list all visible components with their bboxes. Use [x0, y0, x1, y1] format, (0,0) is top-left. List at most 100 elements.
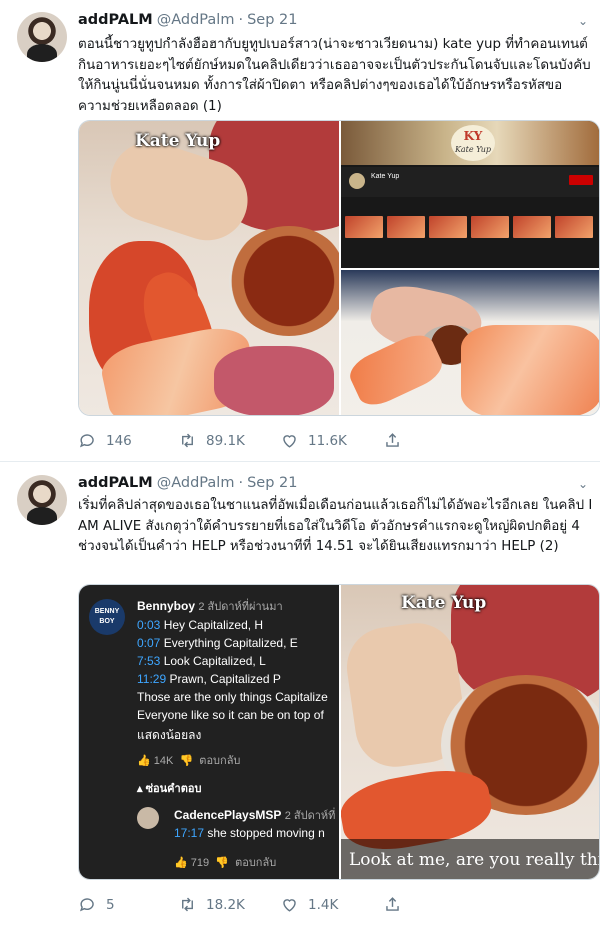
like-button[interactable]: 1.4K [280, 895, 338, 914]
retweet-icon [182, 433, 193, 448]
show-less-link[interactable]: แสดงน้อยลง [137, 726, 201, 745]
video-thumbnail[interactable] [555, 216, 593, 238]
tweet-2[interactable]: addPALM @AddPalm · Sep 21 ⌄ เริ่มที่คลิปล่า… [0, 462, 600, 929]
tweet-actions: 146 89.1K 11.6K [78, 431, 498, 453]
media-youtube-channel[interactable]: KY Kate Yup Kate Yup [341, 121, 599, 268]
like-button[interactable]: 11.6K [280, 431, 347, 450]
reply-author[interactable]: CadencePlaysMSP [174, 808, 281, 822]
tweet-text: ตอนนี้ชาวยูทูปกำลังฮือฮากับยูทูปเบอร์สาว… [78, 37, 591, 114]
video-thumbnail[interactable] [513, 216, 551, 238]
reply-line: 17:17 she stopped moving n [174, 826, 325, 840]
reply-icon [79, 898, 94, 912]
share-button[interactable] [383, 895, 402, 914]
channel-header: Kate Yup [341, 167, 599, 197]
timestamp-link[interactable]: 0:03 [137, 618, 160, 632]
comment-line: 11:29 Prawn, Capitalized P [137, 672, 281, 686]
thumbs-up-icon[interactable]: 👍 [137, 755, 151, 767]
tweet-actions: 5 18.2K 1.4K [78, 895, 498, 917]
subtitle-caption: Look at me, are you really think [341, 839, 599, 879]
dot-separator: · [238, 475, 244, 491]
comment-like-count: 14K [153, 755, 174, 767]
reply-button[interactable]: 5 [78, 895, 115, 914]
tweet-media-grid[interactable]: BENNY BOY Bennyboy 2 สัปดาห์ที่ผ่านมา 0:… [78, 584, 600, 880]
tweet-media-grid[interactable]: Kate Yup KY Kate Yup Kate Yup [78, 120, 600, 416]
channel-name: Kate Yup [371, 173, 400, 180]
media-youtube-comment[interactable]: BENNY BOY Bennyboy 2 สัปดาห์ที่ผ่านมา 0:… [79, 585, 339, 879]
like-count: 11.6K [308, 432, 347, 449]
overlay-text: Kate Yup [401, 593, 487, 613]
retweet-count: 89.1K [206, 432, 245, 449]
reply-text: she stopped moving n [207, 826, 325, 840]
tweet-date[interactable]: Sep 21 [247, 475, 297, 491]
video-thumbnail[interactable] [471, 216, 509, 238]
commenter-avatar[interactable]: BENNY BOY [89, 599, 125, 635]
reply-avatar[interactable] [137, 807, 159, 829]
retweet-icon [182, 897, 193, 912]
comment-body: Those are the only things Capitalize [137, 690, 328, 704]
video-thumbnail[interactable] [387, 216, 425, 238]
reply-link[interactable]: ตอบกลับ [199, 755, 240, 767]
author-name[interactable]: addPALM [78, 475, 153, 491]
comment-line: 7:53 Look Capitalized, L [137, 654, 266, 668]
timestamp-link[interactable]: 0:07 [137, 636, 160, 650]
tweet-header: addPALM @AddPalm · Sep 21 [78, 475, 297, 491]
timestamp-link[interactable]: 11:29 [137, 672, 166, 686]
comment-line-text: Everything Capitalized, E [163, 636, 298, 650]
hide-replies-label: ซ่อนคำตอบ [145, 783, 202, 795]
caret-up-icon: ▴ [137, 783, 143, 795]
logo-subtext: Kate Yup [454, 145, 492, 154]
comment-line: 0:03 Hey Capitalized, H [137, 618, 263, 632]
retweet-button[interactable]: 89.1K [178, 431, 245, 450]
comment-body: Everyone like so it can be on top of [137, 708, 324, 722]
share-icon [386, 433, 399, 447]
overlay-text: Kate Yup [135, 131, 221, 151]
reply-like-count: 719 [190, 857, 210, 869]
video-thumbnail[interactable] [429, 216, 467, 238]
reply-actions: 👍 719 👎 ตอบกลับ [174, 853, 276, 871]
retweet-count: 18.2K [206, 896, 245, 913]
hide-replies-toggle[interactable]: ▴ ซ่อนคำตอบ [137, 779, 201, 797]
chevron-down-icon[interactable]: ⌄ [578, 14, 588, 28]
avatar[interactable] [17, 12, 67, 62]
share-icon [386, 897, 399, 911]
retweet-button[interactable]: 18.2K [178, 895, 245, 914]
author-handle[interactable]: @AddPalm [157, 12, 235, 28]
logo-text: KY [463, 129, 483, 143]
heart-icon [283, 899, 296, 912]
reply-icon [79, 434, 94, 448]
video-thumbnail[interactable] [345, 216, 383, 238]
reply-time: 2 สัปดาห์ที่ [284, 810, 336, 822]
reply-button[interactable]: 146 [78, 431, 132, 450]
comment-line-text: Hey Capitalized, H [163, 618, 264, 632]
comment-line-text: Prawn, Capitalized P [169, 672, 281, 686]
video-thumbnail-row [345, 216, 593, 238]
timestamp-link[interactable]: 7:53 [137, 654, 160, 668]
dot-separator: · [238, 12, 244, 28]
heart-icon [283, 435, 296, 448]
timestamp-link[interactable]: 17:17 [174, 826, 204, 840]
chevron-down-icon[interactable]: ⌄ [578, 477, 588, 491]
like-count: 1.4K [308, 896, 339, 913]
comment-author[interactable]: Bennyboy [137, 599, 195, 613]
thumbs-down-icon[interactable]: 👎 [215, 857, 229, 869]
media-photo-lobster[interactable]: Kate Yup [79, 121, 339, 415]
author-name[interactable]: addPALM [78, 12, 153, 28]
comment-line-text: Look Capitalized, L [163, 654, 266, 668]
tweet-date[interactable]: Sep 21 [247, 12, 297, 28]
tweet-1[interactable]: addPALM @AddPalm · Sep 21 ⌄ ตอนนี้ชาวยูทูปก… [0, 0, 600, 462]
avatar[interactable] [17, 475, 67, 525]
channel-logo: KY Kate Yup [451, 125, 495, 161]
media-video-still[interactable]: Kate Yup Look at me, are you really thin… [341, 585, 599, 879]
thumbs-down-icon[interactable]: 👎 [179, 755, 193, 767]
reply-count: 146 [106, 432, 132, 449]
reply-link[interactable]: ตอบกลับ [235, 857, 276, 869]
media-photo-salmon[interactable] [341, 270, 599, 415]
subscribe-button[interactable] [569, 175, 593, 185]
comment-actions: 👍 14K 👎 ตอบกลับ [137, 751, 240, 769]
author-handle[interactable]: @AddPalm [157, 475, 235, 491]
tweet-header: addPALM @AddPalm · Sep 21 [78, 12, 297, 28]
comment-time: 2 สัปดาห์ที่ผ่านมา [198, 601, 283, 613]
share-button[interactable] [383, 431, 402, 450]
thumbs-up-icon[interactable]: 👍 [174, 857, 188, 869]
comment-line: 0:07 Everything Capitalized, E [137, 636, 298, 650]
